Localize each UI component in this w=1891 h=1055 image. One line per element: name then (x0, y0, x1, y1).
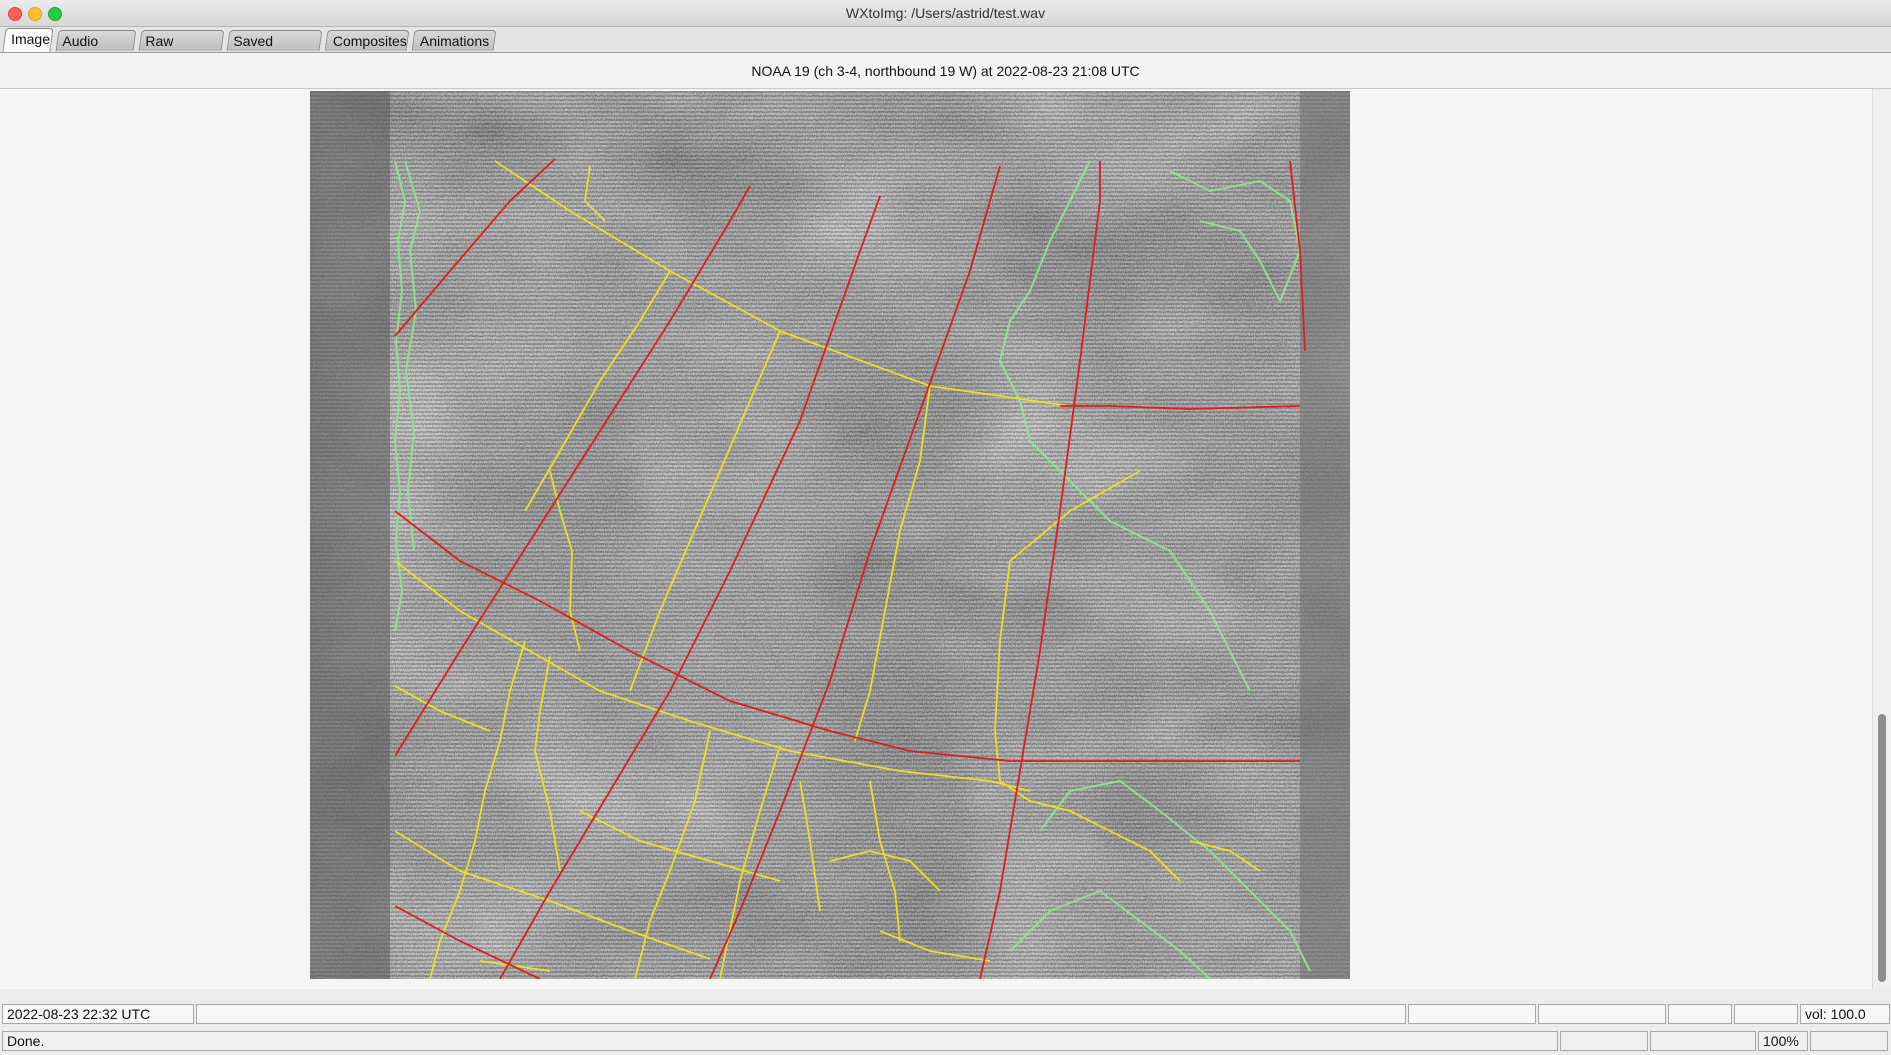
tab-raw-images[interactable]: Raw Images (138, 30, 225, 70)
status-field-5 (1560, 1031, 1648, 1051)
status-field-6 (1650, 1031, 1756, 1051)
title-bar: WXtoImg: /Users/astrid/test.wav (0, 0, 1891, 27)
status-bar-top: 2022-08-23 22:32 UTC vol: 100.0 (0, 1003, 1891, 1025)
volume-field: vol: 100.0 (1800, 1004, 1890, 1024)
current-time-field: 2022-08-23 22:32 UTC (2, 1004, 194, 1024)
status-message: Done. (2, 1031, 1558, 1051)
vertical-scrollbar[interactable] (1872, 89, 1891, 989)
image-info-header: NOAA 19 (ch 3-4, northbound 19 W) at 202… (0, 53, 1891, 89)
zoom-field: 100% (1758, 1031, 1808, 1051)
tab-animations[interactable]: Animations (411, 30, 497, 51)
image-viewport[interactable] (0, 89, 1872, 989)
tab-composites[interactable]: Composites (324, 30, 410, 51)
tab-image[interactable]: Image (2, 28, 54, 52)
progress-field (196, 1004, 1406, 1024)
status-field-4 (1734, 1004, 1798, 1024)
tab-saved-images[interactable]: Saved Images (226, 30, 323, 70)
status-field-2 (1538, 1004, 1666, 1024)
tab-bar: Image Audio Files Raw Images Saved Image… (0, 27, 1891, 70)
scrollbar-thumb[interactable] (1878, 714, 1886, 982)
status-field-1 (1408, 1004, 1536, 1024)
status-field-3 (1668, 1004, 1732, 1024)
status-field-7 (1810, 1031, 1888, 1051)
status-bar-bottom: Done. 100% (0, 1030, 1891, 1052)
window-title: WXtoImg: /Users/astrid/test.wav (845, 5, 1046, 21)
satellite-image[interactable] (310, 91, 1350, 979)
tab-audio-files[interactable]: Audio Files (55, 30, 137, 70)
